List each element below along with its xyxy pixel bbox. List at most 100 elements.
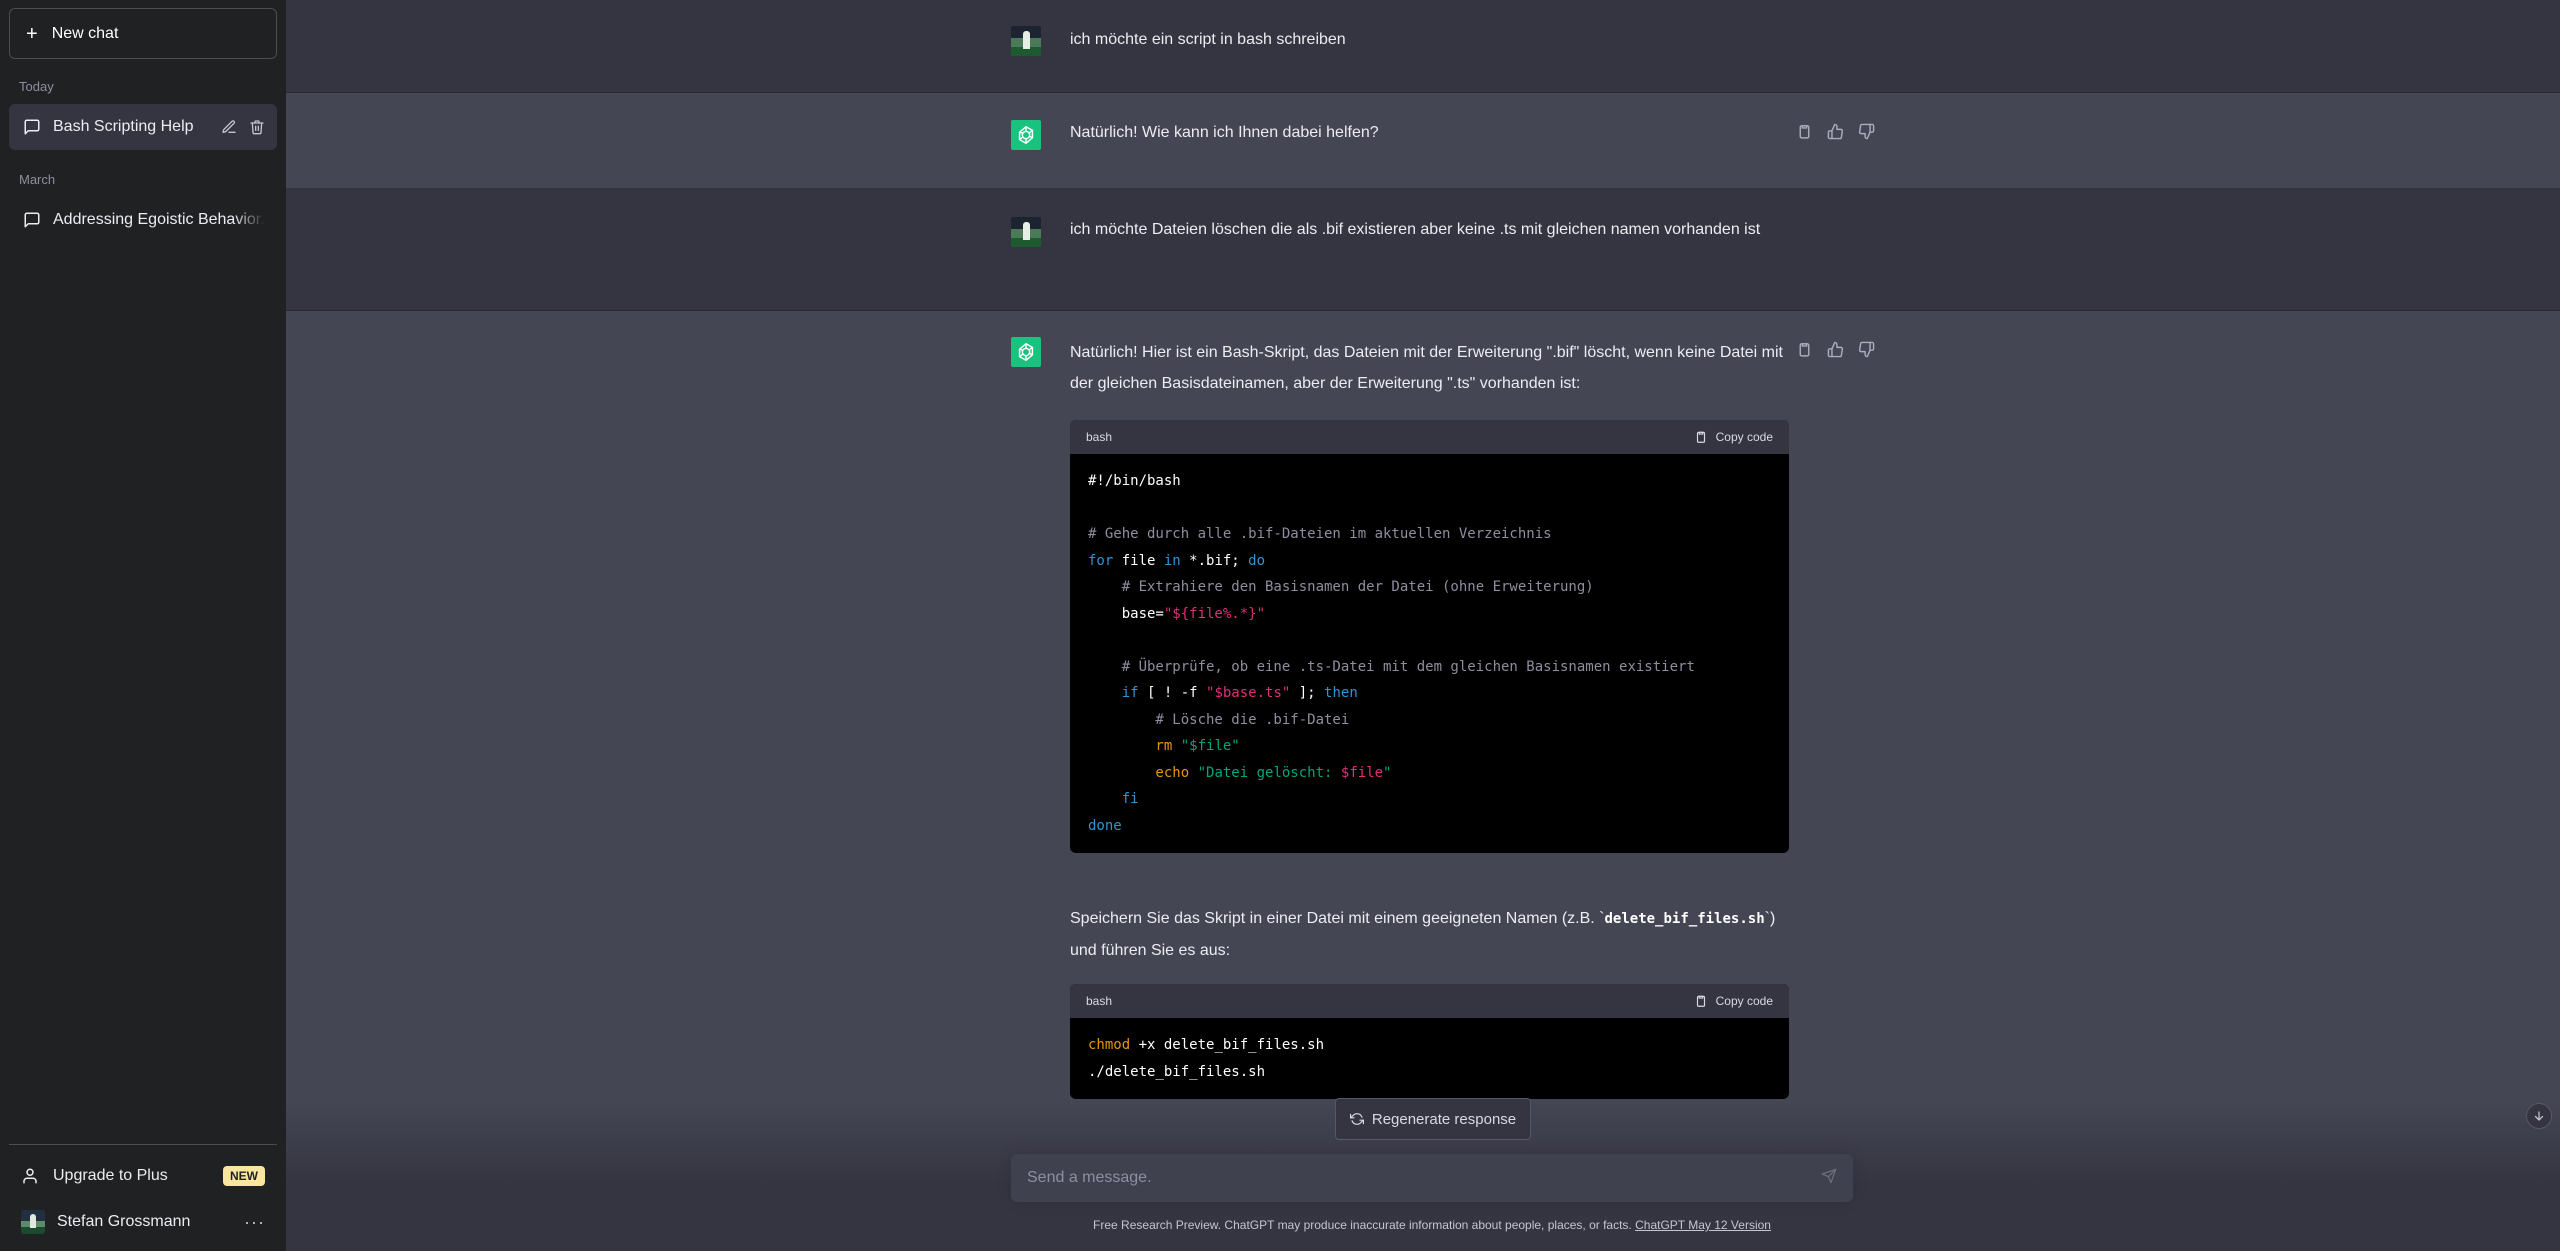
new-chat-button[interactable]: + New chat <box>9 8 277 59</box>
message-user-2: ich möchte Dateien löschen die als .bif … <box>286 189 2560 311</box>
code-command: chmod <box>1088 1037 1131 1053</box>
plus-icon: + <box>26 22 38 45</box>
chat-main: ich möchte ein script in bash schreiben … <box>286 0 2560 1251</box>
code-comment: # Extrahiere den Basisnamen der Datei (o… <box>1088 579 1594 595</box>
code-command: echo <box>1088 764 1190 781</box>
section-label-today: Today <box>19 79 54 94</box>
clipboard-icon[interactable] <box>1796 341 1813 358</box>
regenerate-label: Regenerate response <box>1371 1110 1517 1128</box>
code-keyword: in <box>1163 552 1181 569</box>
openai-logo-icon <box>1018 125 1034 145</box>
code-token: [ ! -f <box>1138 685 1207 701</box>
send-button[interactable] <box>1821 1168 1837 1189</box>
code-keyword: do <box>1248 552 1266 569</box>
clipboard-icon[interactable] <box>1796 123 1813 140</box>
sidebar-bottom: Upgrade to Plus NEW Stefan Grossmann ··· <box>9 1144 277 1251</box>
code-comment: # Gehe durch alle .bif-Dateien im aktuel… <box>1088 526 1552 542</box>
user-avatar <box>21 1210 45 1234</box>
thumbs-down-icon[interactable] <box>1858 123 1875 140</box>
code-content: #!/bin/bash # Gehe durch alle .bif-Datei… <box>1070 454 1789 853</box>
message-intro-text: Natürlich! Hier ist ein Bash-Skript, das… <box>1070 344 1783 392</box>
message-input[interactable] <box>1027 1169 1821 1187</box>
code-token: file <box>1113 552 1164 569</box>
user-icon <box>23 1168 37 1184</box>
message-assistant-1: Natürlich! Wie kann ich Ihnen dabei helf… <box>286 93 2560 189</box>
message-composer <box>1011 1154 1853 1202</box>
clipboard-icon <box>1696 431 1705 443</box>
code-language: bash <box>1086 994 1113 1008</box>
thumbs-up-icon[interactable] <box>1827 341 1844 358</box>
code-command: rm <box>1088 738 1173 754</box>
conversation-label: Addressing Egoistic Behavior. <box>53 211 265 228</box>
trash-icon[interactable] <box>249 119 265 135</box>
message-tools <box>1796 123 1875 140</box>
code-string: "Datei gelöscht: <box>1197 764 1341 781</box>
code-language: bash <box>1086 430 1113 444</box>
section-label-march: March <box>19 172 56 187</box>
message-user-1: ich möchte ein script in bash schreiben <box>286 0 2560 93</box>
thumbs-up-icon[interactable] <box>1827 123 1844 140</box>
code-token: *.bif; <box>1180 552 1249 569</box>
code-variable: $file <box>1340 764 1384 781</box>
copy-code-button[interactable]: Copy code <box>1694 994 1773 1008</box>
code-keyword: if <box>1088 685 1139 701</box>
edit-icon[interactable] <box>221 119 237 135</box>
copy-code-label: Copy code <box>1715 430 1773 444</box>
message-text: ich möchte Dateien löschen die als .bif … <box>1070 221 1761 238</box>
conversation-label: Bash Scripting Help <box>53 118 194 135</box>
user-name: Stefan Grossmann <box>57 1213 191 1230</box>
refresh-icon <box>1349 1113 1364 1125</box>
upgrade-to-plus-button[interactable]: Upgrade to Plus NEW <box>9 1153 277 1199</box>
code-header: bash Copy code <box>1070 420 1789 454</box>
code-token: ]; <box>1290 685 1325 701</box>
code-token: ./delete_bif_files.sh <box>1088 1063 1266 1080</box>
regenerate-response-button[interactable]: Regenerate response <box>1335 1098 1531 1140</box>
code-line: #!/bin/bash <box>1088 473 1181 489</box>
chat-bubble-icon <box>24 212 40 228</box>
new-badge: NEW <box>223 1166 265 1186</box>
conversation-item-addressing-egoistic-behavior[interactable]: Addressing Egoistic Behavior. <box>9 197 277 243</box>
scroll-to-bottom-button[interactable] <box>2526 1103 2552 1129</box>
code-comment: # Überprüfe, ob eine .ts-Datei mit dem g… <box>1088 658 1695 675</box>
code-block-run: bash Copy code chmod +x delete_bif_files… <box>1070 984 1789 1099</box>
copy-code-label: Copy code <box>1715 994 1773 1008</box>
code-string: "$base.ts" <box>1206 685 1291 701</box>
footer-text: Free Research Preview. ChatGPT may produ… <box>1093 1218 1636 1232</box>
assistant-avatar <box>1011 337 1041 367</box>
upgrade-label: Upgrade to Plus <box>53 1167 168 1184</box>
clipboard-icon <box>1696 995 1705 1007</box>
more-options-icon[interactable]: ··· <box>244 1212 265 1233</box>
code-string: "$file" <box>1180 738 1240 754</box>
user-avatar <box>1011 217 1041 247</box>
chat-bubble-icon <box>24 119 40 135</box>
code-keyword: done <box>1088 817 1122 834</box>
inline-code: delete_bif_files.sh <box>1604 911 1765 927</box>
code-string: " <box>1383 764 1392 781</box>
sidebar: + New chat Today Bash Scripting Help Mar… <box>0 0 286 1251</box>
version-link[interactable]: ChatGPT May 12 Version <box>1635 1218 1771 1232</box>
code-keyword: for <box>1088 552 1114 569</box>
arrow-down-icon <box>2534 1111 2544 1121</box>
user-avatar <box>1011 26 1041 56</box>
copy-code-button[interactable]: Copy code <box>1694 430 1773 444</box>
code-comment: # Lösche die .bif-Datei <box>1088 711 1350 728</box>
assistant-avatar <box>1011 120 1041 150</box>
openai-logo-icon <box>1018 342 1034 362</box>
code-token: base= <box>1088 605 1164 622</box>
code-token: +x delete_bif_files.sh <box>1130 1037 1325 1053</box>
conversation-item-bash-scripting-help[interactable]: Bash Scripting Help <box>9 104 277 150</box>
thumbs-down-icon[interactable] <box>1858 341 1875 358</box>
code-block-script: bash Copy code #!/bin/bash # Gehe durch … <box>1070 420 1789 853</box>
code-string: "${file%.*}" <box>1163 605 1266 622</box>
new-chat-label: New chat <box>51 24 119 42</box>
code-content: chmod +x delete_bif_files.sh ./delete_bi… <box>1070 1018 1789 1099</box>
followup-text-pre: Speichern Sie das Skript in einer Datei … <box>1070 910 1605 927</box>
footer-disclaimer: Free Research Preview. ChatGPT may produ… <box>1011 1218 1853 1232</box>
message-text: ich möchte ein script in bash schreiben <box>1070 31 1346 48</box>
code-keyword: then <box>1324 685 1358 701</box>
message-text: Natürlich! Wie kann ich Ihnen dabei helf… <box>1070 124 1379 141</box>
user-menu-button[interactable]: Stefan Grossmann ··· <box>9 1199 277 1245</box>
message-tools <box>1796 341 1875 358</box>
